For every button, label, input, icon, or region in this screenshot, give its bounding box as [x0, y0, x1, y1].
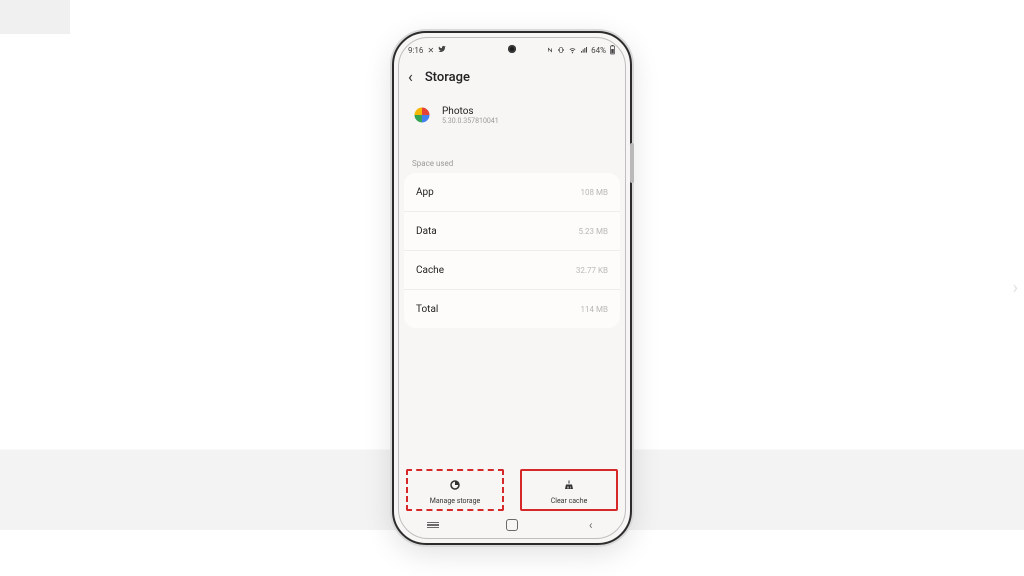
- manage-storage-button[interactable]: Manage storage: [406, 469, 504, 511]
- row-value: 5.23 MB: [578, 227, 608, 236]
- phone-side-button: [630, 143, 634, 183]
- battery-icon: [609, 45, 616, 55]
- bottom-actions: Manage storage Clear cache: [406, 469, 618, 511]
- photos-app-icon: [412, 105, 432, 125]
- row-label: Cache: [416, 265, 444, 276]
- phone-frame: 9:16 ✕ 64%: [392, 31, 632, 545]
- row-data: Data 5.23 MB: [404, 212, 620, 251]
- vibrate-icon: [557, 46, 565, 54]
- nav-recent-icon[interactable]: [426, 518, 440, 532]
- wifi-icon: [568, 46, 577, 54]
- row-cache: Cache 32.77 KB: [404, 251, 620, 290]
- back-icon[interactable]: ‹: [408, 69, 413, 85]
- donut-icon: [449, 476, 461, 495]
- status-time: 9:16: [408, 46, 423, 55]
- row-value: 32.77 KB: [576, 266, 608, 275]
- battery-pct: 64%: [591, 46, 606, 55]
- nav-home-icon[interactable]: [505, 518, 519, 532]
- status-indicator-icon: ✕: [427, 46, 434, 55]
- app-info-row: Photos 5.30.0.357810041: [412, 105, 612, 125]
- carousel-next-icon[interactable]: ›: [1013, 278, 1018, 299]
- signal-icon: [580, 46, 588, 54]
- nfc-icon: [546, 46, 554, 54]
- row-label: App: [416, 187, 434, 198]
- app-version: 5.30.0.357810041: [442, 117, 499, 125]
- app-name: Photos: [442, 106, 499, 117]
- row-value: 108 MB: [581, 188, 608, 197]
- row-label: Data: [416, 226, 437, 237]
- row-label: Total: [416, 304, 438, 315]
- background-ghost-box: [0, 0, 70, 34]
- page-header: ‹ Storage: [408, 69, 616, 85]
- android-nav-bar: ‹: [394, 515, 630, 535]
- space-used-card: App 108 MB Data 5.23 MB Cache 32.77 KB T…: [404, 173, 620, 328]
- twitter-notif-icon: [438, 45, 446, 55]
- status-bar: 9:16 ✕ 64%: [408, 41, 616, 59]
- row-total: Total 114 MB: [404, 290, 620, 328]
- clear-cache-label: Clear cache: [551, 497, 588, 505]
- manage-storage-label: Manage storage: [430, 497, 480, 505]
- page-title: Storage: [425, 70, 470, 85]
- clear-cache-button[interactable]: Clear cache: [520, 469, 618, 511]
- row-app: App 108 MB: [404, 173, 620, 212]
- row-value: 114 MB: [581, 305, 608, 314]
- broom-icon: [563, 476, 575, 495]
- section-label: Space used: [412, 159, 453, 168]
- nav-back-icon[interactable]: ‹: [584, 518, 598, 532]
